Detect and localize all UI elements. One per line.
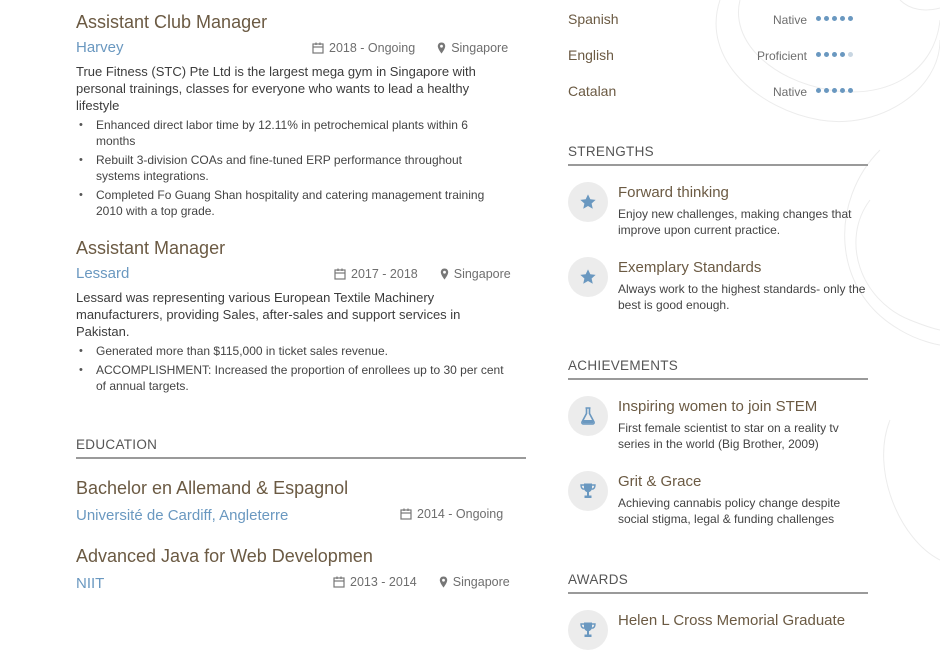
- achievement-description: Achieving cannabis policy change despite…: [618, 496, 841, 526]
- achievement-list: Generated more than $115,000 in ticket s…: [76, 343, 506, 397]
- school-name: NIIT: [76, 575, 105, 592]
- company-description: True Fitness (STC) Pte Ltd is the larges…: [76, 64, 476, 113]
- language-level: Proficient: [756, 49, 807, 63]
- section-divider: [568, 592, 868, 594]
- education-date: 2013 - 2014: [350, 575, 417, 589]
- job-location: Singapore: [453, 267, 511, 281]
- rating-dot-filled: [824, 88, 829, 93]
- list-item: Completed Fo Guang Shan hospitality and …: [76, 187, 506, 219]
- list-item: Rebuilt 3-division COAs and fine-tuned E…: [76, 152, 506, 184]
- calendar-icon: [312, 42, 324, 54]
- location-pin-icon: [440, 268, 448, 280]
- calendar-icon: [333, 576, 345, 588]
- language-name: English: [568, 47, 614, 63]
- company-name: Harvey: [76, 39, 124, 56]
- strength-icon-badge: [568, 182, 608, 222]
- achievement-list: Enhanced direct labor time by 12.11% in …: [76, 117, 506, 222]
- rating-dot-filled: [816, 52, 821, 57]
- language-level: Native: [772, 13, 807, 27]
- language-rating: [816, 16, 853, 21]
- calendar-icon: [400, 508, 412, 520]
- star-icon: [580, 269, 596, 284]
- job-meta: 2017 - 2018 Singapore: [334, 267, 511, 281]
- job-title: Assistant Manager: [76, 238, 226, 258]
- rating-dot-filled: [816, 88, 821, 93]
- language-name: Spanish: [568, 11, 619, 27]
- section-heading-awards: AWARDS: [568, 572, 629, 587]
- school-name: Université de Cardiff, Angleterre: [76, 507, 289, 524]
- company-description: Lessard was representing various Europea…: [76, 290, 461, 339]
- education-meta: 2013 - 2014 Singapore: [333, 575, 510, 589]
- rating-dot-filled: [832, 16, 837, 21]
- list-item: ACCOMPLISHMENT: Increased the proportion…: [76, 362, 506, 394]
- rating-dot-filled: [840, 88, 845, 93]
- achievement-icon-badge: [568, 471, 608, 511]
- achievement-icon-badge: [568, 396, 608, 436]
- language-rating: [816, 52, 853, 57]
- rating-dot-filled: [824, 52, 829, 57]
- education-location: Singapore: [452, 575, 510, 589]
- rating-dot-filled: [824, 16, 829, 21]
- rating-dot-filled: [848, 88, 853, 93]
- location-pin-icon: [437, 42, 446, 54]
- education-date: 2014 - Ongoing: [417, 507, 504, 521]
- degree-title: Advanced Java for Web Developmen: [76, 546, 373, 566]
- company-name: Lessard: [76, 265, 130, 282]
- job-date: 2017 - 2018: [351, 267, 418, 281]
- job-meta: 2018 - Ongoing Singapore: [312, 41, 508, 55]
- star-icon: [580, 194, 596, 209]
- degree-title: Bachelor en Allemand & Espagnol: [76, 478, 349, 498]
- list-item: Enhanced direct labor time by 12.11% in …: [76, 117, 506, 149]
- achievement-description: First female scientist to star on a real…: [618, 421, 839, 451]
- rating-dot-filled: [840, 52, 845, 57]
- job-title: Assistant Club Manager: [76, 12, 268, 32]
- calendar-icon: [334, 268, 346, 280]
- rating-dot-filled: [840, 16, 845, 21]
- rating-dot-filled: [848, 16, 853, 21]
- trophy-icon: [580, 483, 596, 498]
- language-level: Native: [772, 85, 807, 99]
- education-meta: 2014 - Ongoing: [400, 507, 503, 521]
- section-heading-strengths: STRENGTHS: [568, 144, 654, 159]
- award-icon-badge: [568, 610, 608, 650]
- job-date: 2018 - Ongoing: [329, 41, 416, 55]
- strength-description: Always work to the highest standards- on…: [618, 282, 866, 312]
- rating-dot-empty: [848, 52, 853, 57]
- section-heading-achievements: ACHIEVEMENTS: [568, 358, 679, 373]
- section-divider: [568, 378, 868, 380]
- rating-dot-filled: [832, 52, 837, 57]
- location-pin-icon: [439, 576, 447, 588]
- rating-dot-filled: [816, 16, 821, 21]
- strength-title: Exemplary Standards: [618, 259, 762, 276]
- strength-title: Forward thinking: [618, 184, 729, 201]
- achievement-title: Inspiring women to join STEM: [618, 398, 818, 415]
- achievement-title: Grit & Grace: [618, 473, 702, 490]
- list-item: Generated more than $115,000 in ticket s…: [76, 343, 506, 359]
- language-rating: [816, 88, 853, 93]
- section-heading-education: EDUCATION: [76, 437, 158, 452]
- language-name: Catalan: [568, 83, 617, 99]
- section-divider: [76, 457, 526, 459]
- strength-description: Enjoy new challenges, making changes tha…: [618, 207, 852, 237]
- award-title: Helen L Cross Memorial Graduate: [618, 612, 846, 629]
- flask-icon: [581, 407, 595, 425]
- trophy-icon: [580, 622, 596, 637]
- job-location: Singapore: [451, 41, 509, 55]
- rating-dot-filled: [832, 88, 837, 93]
- strength-icon-badge: [568, 257, 608, 297]
- section-divider: [568, 164, 868, 166]
